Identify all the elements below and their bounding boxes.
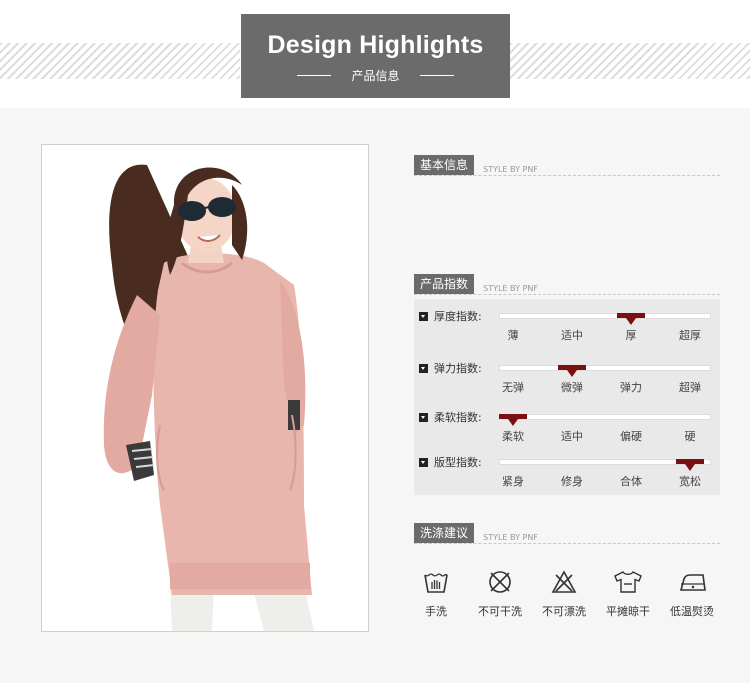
index-scale-track [499,365,711,371]
product-index-panel: 厚度指数: 薄 适中 厚 超厚 弹力指数: 无弹 微弹 弹力 超弹 柔软指数: … [414,299,720,495]
index-row-fit: 版型指数: 紧身 修身 合体 宽松 [414,455,720,499]
care-item-hand-wash: 手洗 [404,570,468,619]
index-row-softness: 柔软指数: 柔软 适中 偏硬 硬 [414,410,720,454]
banner-title: Design Highlights [267,31,484,59]
index-scale-marker [499,414,527,426]
no-bleach-icon [551,570,577,593]
care-item-low-iron: 低温熨烫 [660,570,724,619]
index-option: 超厚 [679,329,701,342]
triangle-bullet-icon [419,312,428,321]
no-dry-clean-icon [489,571,511,593]
flat-dry-icon [614,571,642,593]
index-row-thickness: 厚度指数: 薄 适中 厚 超厚 [414,309,720,353]
section-wash-advice: 洗涤建议 STYLE BY PNF [414,523,720,544]
stripe-decoration-right [510,43,750,79]
triangle-bullet-icon [419,458,428,467]
index-option: 微弹 [561,381,583,394]
index-scale-track [499,313,711,319]
care-item-no-bleach: 不可漂洗 [532,570,596,619]
index-option: 超弹 [679,381,701,394]
index-option: 宽松 [679,475,701,488]
section-basic-info-style: STYLE BY PNF [483,165,538,174]
section-basic-info-label: 基本信息 [414,155,475,175]
index-option: 薄 [507,329,519,342]
banner-subtitle: 产品信息 [351,69,400,83]
index-option: 柔软 [502,430,524,443]
section-wash-advice-label: 洗涤建议 [414,523,475,543]
index-option: 修身 [561,475,583,488]
care-label: 平摊晾干 [606,605,650,618]
triangle-bullet-icon [419,413,428,422]
section-product-index-style: STYLE BY PNF [483,284,538,293]
index-label: 厚度指数: [434,310,482,323]
index-label: 弹力指数: [434,362,482,375]
index-option: 厚 [625,329,637,342]
index-scale-track [499,414,711,420]
index-option: 硬 [684,430,696,443]
section-product-index: 产品指数 STYLE BY PNF [414,274,720,295]
index-option: 合体 [620,475,642,488]
section-basic-info: 基本信息 STYLE BY PNF [414,155,720,176]
care-label: 低温熨烫 [670,605,714,618]
care-label: 手洗 [425,605,447,618]
care-label: 不可干洗 [478,605,522,618]
hand-wash-icon [424,573,448,593]
care-label: 不可漂洗 [542,605,586,618]
index-option: 适中 [561,329,583,342]
care-item-flat-dry: 平摊晾干 [596,570,660,619]
index-scale-marker [558,365,586,377]
index-label: 柔软指数: [434,411,482,424]
index-option: 偏硬 [620,430,642,443]
index-option: 无弹 [502,381,524,394]
triangle-bullet-icon [419,364,428,373]
section-wash-advice-style: STYLE BY PNF [483,533,538,542]
index-option: 弹力 [620,381,642,394]
banner-rule-right [419,75,454,76]
banner-subtitle-row: 产品信息 [241,67,510,84]
index-label: 版型指数: [434,456,482,469]
banner-rule-left [297,75,332,76]
low-iron-icon [679,574,706,591]
index-scale-marker [617,313,645,325]
design-highlights-banner: Design Highlights 产品信息 [241,14,510,98]
product-photo [41,144,369,632]
care-instructions: 手洗 不可干洗 不可漂洗 平摊晾干 低温熨烫 [409,570,729,630]
stripe-decoration-left [0,43,240,79]
index-row-elasticity: 弹力指数: 无弹 微弹 弹力 超弹 [414,361,720,405]
index-scale-marker [676,459,704,471]
model-illustration [42,145,368,631]
index-option: 紧身 [502,475,524,488]
care-item-no-dry-clean: 不可干洗 [468,570,532,619]
index-option: 适中 [561,430,583,443]
section-product-index-label: 产品指数 [414,274,475,294]
